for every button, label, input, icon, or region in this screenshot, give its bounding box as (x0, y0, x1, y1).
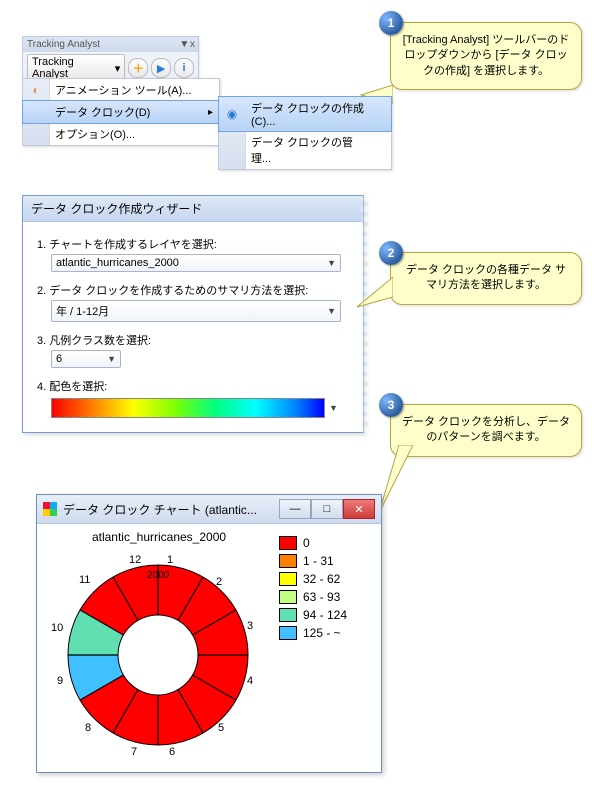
summary-method-select[interactable]: 年 / 1-12月 ▼ (51, 300, 341, 322)
seg-label-3: 3 (247, 620, 253, 632)
legend-swatch-0 (279, 536, 297, 550)
seg-label-5: 5 (218, 722, 224, 734)
layer-select[interactable]: atlantic_hurricanes_2000 ▼ (51, 254, 341, 272)
menu-level-1: ◐ アニメーション ツール(A)... データ クロック(D) ▸ オプション(… (22, 78, 220, 146)
menu-item-label: データ クロックの管理... (251, 134, 367, 166)
legend-label-3: 63 - 93 (303, 590, 340, 604)
chart-legend: 0 1 - 31 32 - 62 63 - 93 94 - 124 125 - … (279, 530, 347, 762)
menu-item-options[interactable]: オプション(O)... (23, 123, 219, 145)
animation-icon: ◐ (27, 81, 45, 99)
class-count-value: 6 (56, 353, 62, 365)
legend-label-1: 1 - 31 (303, 554, 334, 568)
menu-item-dataclock[interactable]: データ クロック(D) ▸ (22, 100, 220, 124)
legend-row-3: 63 - 93 (279, 590, 347, 604)
badge-1: 1 (379, 11, 403, 35)
chevron-right-icon: ▸ (208, 107, 213, 118)
chart-area: atlantic_hurricanes_2000 (39, 530, 279, 762)
callout-2-tail (355, 271, 393, 311)
menu-item-label: データ クロック(D) (55, 104, 150, 120)
color-ramp-icon (51, 398, 325, 418)
toolbar-window-buttons[interactable]: ▼ x (179, 39, 194, 50)
menu-level-2: ◉ データ クロックの作成(C)... データ クロックの管理... (218, 96, 392, 170)
dataclock-create-icon: ◉ (223, 105, 241, 123)
seg-label-10: 10 (51, 622, 63, 634)
seg-label-8: 8 (85, 722, 91, 734)
chart-body: atlantic_hurricanes_2000 (37, 524, 381, 772)
seg-label-9: 9 (57, 675, 63, 687)
legend-row-5: 125 - ~ (279, 626, 347, 640)
legend-swatch-3 (279, 590, 297, 604)
legend-swatch-1 (279, 554, 297, 568)
badge-2: 2 (379, 241, 403, 265)
menu-item-label: オプション(O)... (55, 126, 135, 142)
callout-1-text: [Tracking Analyst] ツールバーのドロップダウンから [データ … (403, 34, 569, 77)
dataclock-wizard-window: データ クロック作成ウィザード 1. チャートを作成するレイヤを選択: atla… (22, 195, 364, 433)
legend-row-2: 32 - 62 (279, 572, 347, 586)
wizard-step-1-label: 1. チャートを作成するレイヤを選択: (37, 236, 349, 252)
legend-row-0: 0 (279, 536, 347, 550)
layer-select-value: atlantic_hurricanes_2000 (56, 257, 179, 269)
menu-item-label: データ クロックの作成(C)... (251, 100, 367, 128)
chevron-down-icon: ▼ (327, 306, 336, 316)
legend-label-2: 32 - 62 (303, 572, 340, 586)
maximize-button[interactable]: □ (311, 499, 343, 519)
seg-label-4: 4 (247, 675, 253, 687)
app-icon (43, 502, 57, 516)
legend-label-0: 0 (303, 536, 310, 550)
seg-label-6: 6 (169, 746, 175, 758)
callout-3-text: データ クロックを分析し、データのパターンを調べます。 (402, 416, 570, 443)
seg-label-7: 7 (131, 746, 137, 758)
chevron-down-icon: ▼ (329, 403, 338, 413)
class-count-select[interactable]: 6 ▼ (51, 350, 121, 368)
color-ramp-select[interactable]: ▼ (51, 398, 349, 418)
chevron-down-icon: ▾ (115, 62, 121, 75)
chart-inner-title: atlantic_hurricanes_2000 (39, 530, 279, 544)
callout-2-text: データ クロックの各種データ サマリ方法を選択します。 (406, 264, 566, 291)
legend-row-4: 94 - 124 (279, 608, 347, 622)
badge-3: 3 (379, 393, 403, 417)
legend-row-1: 1 - 31 (279, 554, 347, 568)
menu-item-animation[interactable]: ◐ アニメーション ツール(A)... (23, 79, 219, 101)
legend-swatch-5 (279, 626, 297, 640)
dataclock-chart-window: データ クロック チャート (atlantic... — □ ✕ atlanti… (36, 494, 382, 773)
close-button[interactable]: ✕ (343, 499, 375, 519)
chevron-down-icon: ▼ (327, 258, 336, 268)
wizard-step-2-label: 2. データ クロックを作成するためのサマリ方法を選択: (37, 282, 349, 298)
dropdown-label: Tracking Analyst (32, 56, 112, 80)
info-icon-button[interactable]: i (174, 58, 194, 78)
chart-titlebar: データ クロック チャート (atlantic... — □ ✕ (37, 495, 381, 524)
menu-item-label: アニメーション ツール(A)... (55, 82, 191, 98)
chart-title-text: データ クロック チャート (atlantic... (63, 501, 257, 518)
legend-label-4: 94 - 124 (303, 608, 347, 622)
summary-select-value: 年 / 1-12月 (56, 303, 109, 319)
chevron-down-icon: ▼ (107, 354, 116, 364)
seg-label-2: 2 (216, 576, 222, 588)
seg-label-11: 11 (79, 574, 90, 586)
wizard-step-4-label: 4. 配色を選択: (37, 378, 349, 394)
submenu-item-create-dataclock[interactable]: ◉ データ クロックの作成(C)... (218, 96, 392, 132)
seg-label-1: 1 (167, 554, 173, 566)
toolbar-title-text: Tracking Analyst (27, 39, 100, 50)
legend-swatch-2 (279, 572, 297, 586)
add-layer-icon-button[interactable]: ＋ (128, 58, 148, 78)
toolbar-titlebar: Tracking Analyst ▼ x (23, 37, 198, 52)
callout-step-1: 1 [Tracking Analyst] ツールバーのドロップダウンから [デー… (390, 22, 582, 90)
legend-swatch-4 (279, 608, 297, 622)
wizard-title-text: データ クロック作成ウィザード (31, 202, 202, 216)
wizard-titlebar: データ クロック作成ウィザード (23, 196, 363, 222)
play-icon-button[interactable]: ▶ (151, 58, 171, 78)
ring-year-label: 2000 (147, 570, 169, 581)
wizard-body: 1. チャートを作成するレイヤを選択: atlantic_hurricanes_… (23, 222, 363, 432)
seg-label-12: 12 (129, 554, 141, 566)
window-buttons: — □ ✕ (279, 499, 375, 519)
callout-step-3: 3 データ クロックを分析し、データのパターンを調べます。 (390, 404, 582, 457)
legend-label-5: 125 - ~ (303, 626, 341, 640)
submenu-item-manage-dataclock[interactable]: データ クロックの管理... (219, 131, 391, 169)
wizard-step-3-label: 3. 凡例クラス数を選択: (37, 332, 349, 348)
callout-step-2: 2 データ クロックの各種データ サマリ方法を選択します。 (390, 252, 582, 305)
minimize-button[interactable]: — (279, 499, 311, 519)
